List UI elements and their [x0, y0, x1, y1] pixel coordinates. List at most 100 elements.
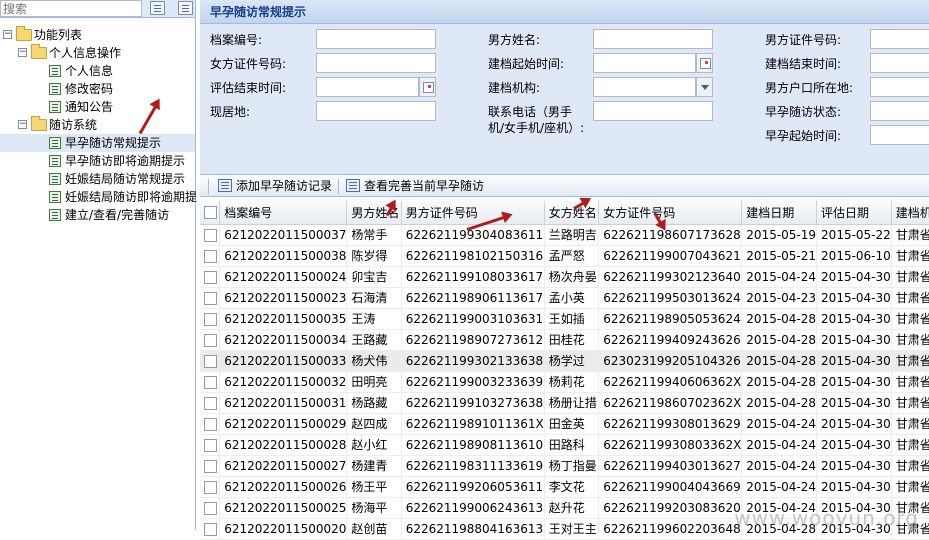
table-row[interactable]: 6212022011500027 杨建青 622621198311133619 杨丁指…	[200, 455, 929, 477]
column-header[interactable]: 男方证件号码	[401, 201, 545, 225]
select-all-checkbox[interactable]	[200, 201, 221, 225]
field-label: 男方户口所在地:	[765, 81, 854, 95]
table-cell: 2015-04-28	[741, 350, 818, 372]
table-cell: 杨王平	[346, 476, 402, 498]
expand-all-icon[interactable]	[150, 1, 165, 15]
tree-item-personal-info[interactable]: 个人信息	[0, 62, 195, 80]
table-cell: 2015-04-30	[816, 392, 892, 414]
column-header[interactable]: 评估日期	[816, 201, 892, 225]
table-cell: 杨常手	[346, 224, 402, 246]
tree-search-input[interactable]	[0, 0, 142, 17]
column-header[interactable]: 建档日期	[741, 201, 818, 225]
table-cell: 2015-06-10	[816, 245, 892, 267]
table-cell: 6212022011500031	[219, 392, 348, 414]
panel-title: 早孕随访常规提示	[200, 0, 929, 24]
tree-root[interactable]: − 功能列表	[0, 26, 195, 44]
table-row[interactable]: 6212022011500037 杨常手 62262119930408361​1 兰路…	[200, 224, 929, 246]
table-cell: 杨册让措	[544, 392, 600, 414]
row-checkbox[interactable]	[200, 476, 221, 498]
page-icon	[49, 101, 61, 113]
table-row[interactable]: 6212022011500028 赵小红 622621198908113610 田路科…	[200, 434, 929, 456]
calendar-icon[interactable]	[696, 53, 713, 73]
tree-item-label: 早孕随访即将逾期提示	[65, 154, 186, 168]
table-row[interactable]: 6212022011500035 王涛 622621199003103631 王如插 6…	[200, 308, 929, 330]
table-row[interactable]: 6212022011500024 卯宝吉 622621199108033617 杨次舟…	[200, 266, 929, 288]
tree-group-followup[interactable]: − 随访系统	[0, 116, 195, 134]
row-checkbox[interactable]	[200, 308, 221, 330]
table-row[interactable]: 6212022011500032 田明亮 622621199003233639 杨莉花…	[200, 371, 929, 393]
tree-item-outcome-routine[interactable]: 妊娠结局随访常规提示	[0, 170, 195, 188]
add-record-icon	[218, 179, 232, 192]
table-cell: 2015-05-21	[741, 245, 818, 267]
archive-start-date-input[interactable]	[593, 53, 696, 73]
table-cell: 卯宝吉	[346, 266, 402, 288]
table-cell: 王路藏	[346, 329, 402, 351]
tree-root-label: 功能列表	[34, 28, 83, 42]
collapse-toggle-icon[interactable]: −	[18, 120, 27, 129]
row-checkbox[interactable]	[200, 497, 221, 519]
row-checkbox[interactable]	[200, 413, 221, 435]
male-household-input[interactable]	[870, 77, 929, 97]
table-cell: 6212022011500029	[219, 413, 348, 435]
column-header[interactable]: 建档机构	[891, 201, 929, 225]
tree-item-change-password[interactable]: 修改密码	[0, 80, 195, 98]
column-header[interactable]: 女方证件号码	[598, 201, 743, 225]
calendar-icon[interactable]	[419, 77, 436, 97]
row-checkbox[interactable]	[200, 224, 221, 246]
page-icon	[49, 65, 61, 77]
grid-header-row: 档案编号 男方姓名 男方证件号码 女方姓名 女方证件号码 建档日期 评估日期 建…	[200, 201, 929, 225]
table-row[interactable]: 6212022011500026 杨王平 622621199206053611 李文花…	[200, 476, 929, 498]
tree-group-personal[interactable]: − 个人信息操作	[0, 44, 195, 62]
page-icon	[49, 137, 61, 149]
table-cell: 6212022011500027	[219, 455, 348, 477]
row-checkbox[interactable]	[200, 518, 221, 540]
row-checkbox[interactable]	[200, 371, 221, 393]
main-panel: 早孕随访常规提示 档案编号: 女方证件号码: 评估结束时间: 现居地: 男方姓名…	[200, 0, 929, 540]
tree-item-label: 建立/查看/完善随访	[65, 208, 170, 222]
phone-input[interactable]	[593, 101, 713, 121]
table-cell: 622621199302133638	[401, 350, 545, 372]
archive-end-date-input[interactable]	[870, 53, 929, 73]
collapse-toggle-icon[interactable]: −	[3, 30, 12, 39]
row-checkbox[interactable]	[200, 434, 221, 456]
tree-item-outcome-overdue[interactable]: 妊娠结局随访即将逾期提	[0, 188, 197, 206]
table-cell: 622621199003233639	[401, 371, 545, 393]
row-checkbox[interactable]	[200, 329, 221, 351]
tree-item-early-pregnancy-overdue[interactable]: 早孕随访即将逾期提示	[0, 152, 195, 170]
table-row[interactable]: 6212022011500033 杨犬伟 622621199302133638 杨学过…	[200, 350, 929, 372]
row-checkbox[interactable]	[200, 392, 221, 414]
column-header[interactable]: 档案编号	[219, 201, 348, 225]
row-checkbox[interactable]	[200, 455, 221, 477]
table-cell: 杨丁指曼	[544, 455, 600, 477]
table-cell: 李文花	[544, 476, 600, 498]
table-row[interactable]: 6212022011500029 赵四成 62262119891011361X 田金英…	[200, 413, 929, 435]
archive-org-select[interactable]	[593, 77, 696, 97]
table-cell: 6212022011500038	[219, 245, 348, 267]
pregnancy-start-date-input[interactable]	[870, 125, 929, 145]
tree-item-early-pregnancy-routine[interactable]: 早孕随访常规提示	[0, 134, 195, 152]
chevron-down-icon[interactable]	[696, 77, 713, 97]
add-followup-button[interactable]: 添加早孕随访记录	[218, 178, 332, 194]
collapse-all-icon[interactable]	[178, 1, 193, 15]
table-row[interactable]: 6212022011500034 王路藏 622621198907273612 田桂花…	[200, 329, 929, 351]
view-followup-button[interactable]: 查看完善当前早孕随访	[346, 178, 484, 194]
collapse-toggle-icon[interactable]: −	[18, 48, 27, 57]
assessment-end-date-input[interactable]	[316, 77, 419, 97]
row-checkbox[interactable]	[200, 266, 221, 288]
table-cell: 2015-04-28	[741, 308, 818, 330]
row-checkbox[interactable]	[200, 245, 221, 267]
table-row[interactable]: 6212022011500031 杨路藏 622621199103273638 杨册让…	[200, 392, 929, 414]
table-cell: 2015-04-30	[816, 308, 892, 330]
table-row[interactable]: 6212022011500023 石海清 622621198906113617 孟小英…	[200, 287, 929, 309]
tree-item-notices[interactable]: 通知公告	[0, 98, 195, 116]
tree-item-create-followup[interactable]: 建立/查看/完善随访	[0, 206, 195, 224]
table-row[interactable]: 6212022011500038 陈岁得 622621198102150316 孟严怒…	[200, 245, 929, 267]
row-checkbox[interactable]	[200, 287, 221, 309]
male-id-input[interactable]	[870, 29, 929, 49]
row-checkbox[interactable]	[200, 350, 221, 372]
residence-input[interactable]	[316, 101, 436, 121]
archive-number-input[interactable]	[316, 29, 436, 49]
male-name-input[interactable]	[593, 29, 713, 49]
female-id-input[interactable]	[316, 53, 436, 73]
followup-status-select[interactable]	[870, 101, 929, 121]
